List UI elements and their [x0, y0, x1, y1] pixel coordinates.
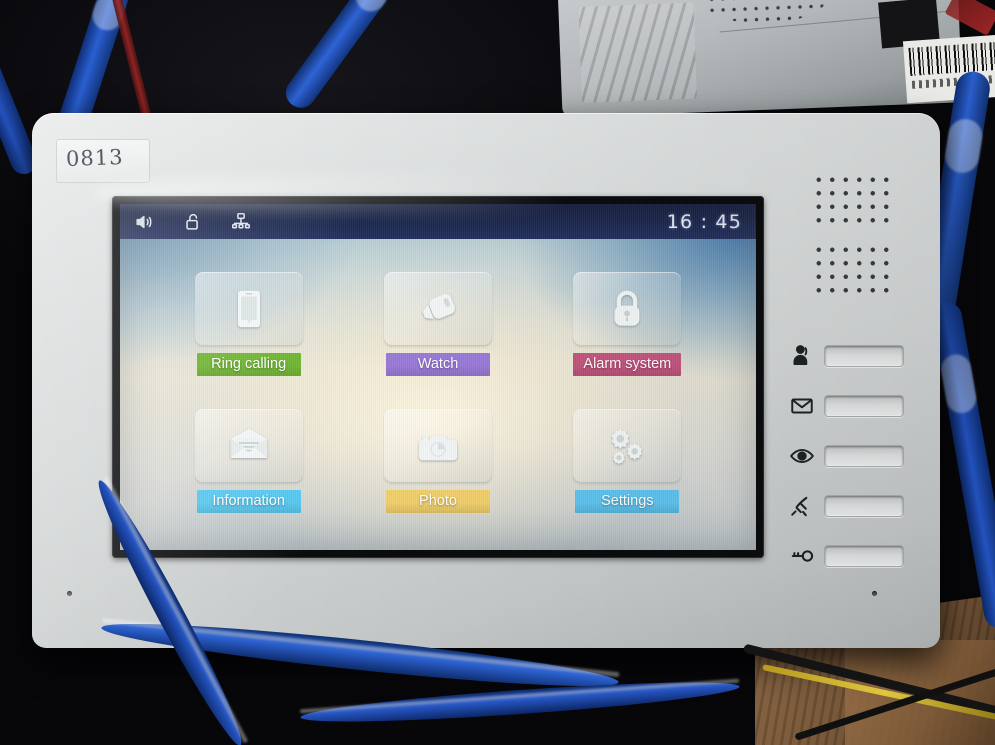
camera-icon — [383, 409, 492, 484]
side-key-row-monitor[interactable] — [789, 431, 929, 481]
side-key-panel — [789, 331, 929, 581]
barcode-stripes — [908, 41, 995, 76]
menu-tile-label: Alarm system — [573, 353, 681, 376]
unlock-icon[interactable] — [182, 211, 204, 233]
speaker-grille-bottom — [812, 243, 892, 301]
menu-tile-label: Photo — [386, 490, 490, 513]
menu-tile-label: Watch — [386, 353, 490, 376]
eye-monitor-icon — [789, 443, 815, 469]
clock: 16 : 45 — [666, 210, 742, 233]
side-key-row-talk[interactable] — [789, 481, 929, 531]
envelope-icon — [194, 409, 303, 484]
side-key-row-message[interactable] — [789, 381, 929, 431]
microphone-hole-left — [67, 591, 72, 596]
talk-handset-icon — [789, 493, 815, 519]
menu-tile-label: Ring calling — [197, 353, 301, 376]
speaker-grille-top — [812, 173, 892, 231]
intercom-person-icon — [789, 343, 815, 369]
smartphone-icon — [194, 271, 303, 346]
touchscreen[interactable]: 16 : 45 Ring calling Watch Alarm system … — [120, 204, 756, 550]
menu-tile-settings[interactable]: Settings — [533, 393, 722, 531]
menu-tile-photo[interactable]: Photo — [343, 393, 532, 531]
vent-slots — [578, 2, 697, 103]
side-key-button[interactable] — [824, 345, 904, 367]
photo-scene: 0813 16: 45 Ring calling Watch Alarm sy… — [0, 0, 995, 745]
menu-tile-label: Information — [197, 490, 301, 513]
camcorder-icon — [383, 271, 492, 346]
side-key-button[interactable] — [824, 395, 904, 417]
volume-icon[interactable] — [134, 211, 156, 233]
asset-sticker-text: 0813 — [65, 145, 124, 171]
microphone-hole-right — [872, 591, 877, 596]
side-key-button[interactable] — [824, 445, 904, 467]
gears-icon — [573, 409, 682, 484]
menu-tile-ring-calling[interactable]: Ring calling — [154, 255, 343, 393]
screen-bezel: 16 : 45 Ring calling Watch Alarm system … — [112, 196, 764, 558]
side-key-row-unlock[interactable] — [789, 531, 929, 581]
key-unlock-icon — [789, 543, 815, 569]
video-door-phone-monitor: 0813 16: 45 Ring calling Watch Alarm sy… — [32, 113, 940, 648]
menu-tile-watch[interactable]: Watch — [343, 255, 532, 393]
device-speaker-grille — [705, 0, 828, 25]
network-icon[interactable] — [230, 211, 252, 233]
asset-sticker: 0813 — [56, 139, 150, 183]
side-key-row-intercom[interactable] — [789, 331, 929, 381]
status-bar: 16 : 45 — [120, 204, 756, 239]
mail-icon — [789, 393, 815, 419]
menu-tile-information[interactable]: Information — [154, 393, 343, 531]
side-key-button[interactable] — [824, 495, 904, 517]
menu-tile-alarm-system[interactable]: Alarm system — [533, 255, 722, 393]
main-menu-grid: Ring calling Watch Alarm system Informat… — [120, 239, 756, 550]
status-icon-group — [134, 211, 252, 233]
side-key-button[interactable] — [824, 545, 904, 567]
menu-tile-label: Settings — [575, 490, 679, 513]
padlock-icon — [573, 271, 682, 346]
